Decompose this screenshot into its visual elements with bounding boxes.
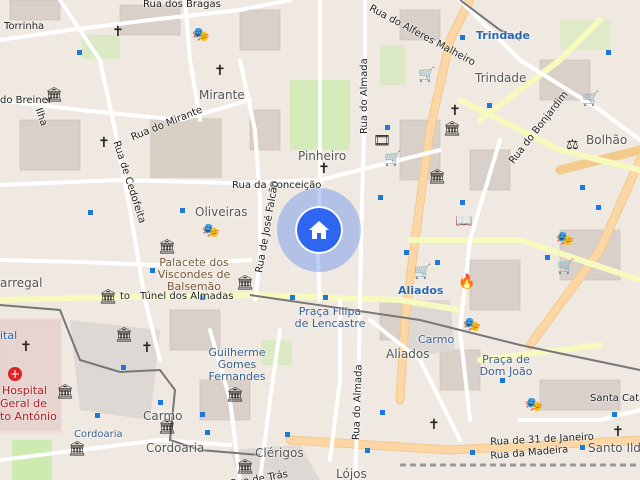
bus-stop[interactable]	[200, 412, 205, 417]
place-label-cordoaria: Cordoaria	[146, 441, 205, 455]
church-cross-icon[interactable]: ✝	[98, 136, 110, 150]
hospital-label-line3: to António	[0, 410, 57, 423]
bus-stop[interactable]	[285, 432, 290, 437]
place-label-santo-ildefonso: Santo Ilde	[588, 441, 640, 455]
museum-icon[interactable]: 🏛	[236, 276, 254, 290]
museum-icon[interactable]: 🏛	[56, 385, 74, 399]
map-view[interactable]: Mirante Pinheiro Oliveiras Trindade Bolh…	[0, 0, 640, 480]
theatre-masks-icon[interactable]: 🎭	[556, 232, 573, 246]
bus-stop[interactable]	[487, 103, 492, 108]
bus-stop[interactable]	[580, 185, 585, 190]
bus-stop[interactable]	[158, 400, 163, 405]
bus-stop[interactable]	[290, 295, 295, 300]
poi-label-cordoaria-street: Cordoaria	[74, 429, 123, 440]
bus-stop[interactable]	[500, 378, 505, 383]
bus-stop[interactable]	[606, 50, 611, 55]
theatre-masks-icon[interactable]: 🎭	[192, 28, 209, 42]
museum-icon[interactable]: 🏛	[68, 442, 86, 456]
museum-icon[interactable]: 🏛	[158, 420, 176, 434]
poi-label-praca-filipa: Praça Filipa de Lencastre	[294, 305, 366, 330]
church-cross-icon[interactable]: ✝	[318, 162, 330, 176]
place-label-bolhao: Bolhão	[586, 133, 628, 147]
museum-icon[interactable]: 🏛	[45, 88, 63, 102]
museum-icon[interactable]: 🏛	[115, 328, 133, 342]
street-label-tunel-prefix: to	[120, 291, 131, 302]
hospital-label-line1: Hospital	[2, 384, 47, 397]
home-glyph	[309, 221, 329, 239]
hospital-label-prefix: ital	[0, 329, 18, 342]
fire-station-icon[interactable]: 🔥	[458, 275, 475, 289]
street-label-rua-dos-bragas: Rua dos Bragas	[143, 0, 221, 10]
street-label-torrinha: Torrinha	[4, 21, 45, 32]
metro-station-trindade[interactable]: Trindade	[476, 30, 530, 41]
place-label-trindade: Trindade	[475, 71, 527, 85]
theatre-masks-icon[interactable]: 🎭	[525, 398, 542, 412]
church-cross-icon[interactable]: ✝	[449, 104, 461, 118]
church-cross-icon[interactable]: ✝	[612, 425, 624, 439]
bus-stop[interactable]	[596, 205, 601, 210]
shopping-cart-icon[interactable]: 🛒	[414, 265, 431, 279]
shopping-cart-icon[interactable]: 🛒	[384, 152, 401, 166]
museum-icon[interactable]: 🏛	[158, 240, 176, 254]
bus-stop[interactable]	[323, 295, 328, 300]
metro-station-aliados[interactable]: Aliados	[398, 285, 443, 296]
street-label-tunel-almadas: Túnel dos Almadas	[140, 291, 234, 302]
bus-stop[interactable]	[404, 250, 409, 255]
church-cross-icon[interactable]: ✝	[141, 341, 153, 355]
hospital-cross-icon[interactable]: +	[8, 367, 22, 381]
place-label-carregal: arregal	[0, 276, 43, 290]
museum-icon[interactable]: 🏛	[99, 290, 117, 304]
poi-label-praca-dom-joao: Praça de Dom João	[479, 353, 533, 378]
poi-label-carmo-small: Carmo	[418, 333, 455, 346]
place-label-clerigos: Clérigos	[255, 446, 304, 460]
shopping-cart-icon[interactable]: 🛒	[582, 92, 599, 106]
place-label-mirante: Mirante	[199, 88, 245, 102]
church-cross-icon[interactable]: ✝	[214, 64, 226, 78]
bus-stop[interactable]	[612, 412, 617, 417]
bus-stop[interactable]	[460, 35, 465, 40]
theatre-masks-icon[interactable]: 🎭	[202, 224, 219, 238]
bus-stop[interactable]	[121, 365, 126, 370]
place-label-santa-catarina: Santa Cata	[590, 393, 640, 404]
home-icon[interactable]	[295, 206, 343, 254]
bus-stop[interactable]	[385, 125, 390, 130]
museum-icon[interactable]: 🏛	[226, 388, 244, 402]
bus-stop[interactable]	[205, 430, 210, 435]
place-label-aliados: Aliados	[386, 347, 430, 361]
bus-stop[interactable]	[435, 260, 440, 265]
poi-label-guilherme-gomes-fernandes: Guilherme Gomes Fernandes	[208, 346, 266, 383]
book-icon[interactable]: 📖	[455, 214, 472, 228]
church-cross-icon[interactable]: ✝	[428, 418, 440, 432]
street-label-rua-do-almada: Rua do Almada	[359, 58, 370, 134]
hospital-label-line2: Geral de	[0, 397, 47, 410]
church-cross-icon[interactable]: ✝	[20, 340, 32, 354]
bus-stop[interactable]	[470, 450, 475, 455]
theatre-masks-icon[interactable]: 🎭	[463, 318, 480, 332]
bus-stop[interactable]	[77, 50, 82, 55]
poi-label-palacete: Palacete dos Viscondes de Balsemão	[157, 256, 231, 293]
bus-stop[interactable]	[545, 255, 550, 260]
place-label-oliveiras: Oliveiras	[195, 205, 248, 219]
bus-stop[interactable]	[580, 445, 585, 450]
bus-stop[interactable]	[88, 210, 93, 215]
museum-icon[interactable]: 🏛	[236, 460, 254, 474]
bus-stop[interactable]	[380, 410, 385, 415]
museum-icon[interactable]: 🏛	[443, 122, 461, 136]
shopping-cart-icon[interactable]: 🛒	[418, 68, 435, 82]
church-cross-icon[interactable]: ✝	[112, 25, 124, 39]
bus-stop[interactable]	[95, 413, 100, 418]
bus-stop[interactable]	[180, 208, 185, 213]
museum-icon[interactable]: 🏛	[428, 170, 446, 184]
shopping-cart-icon[interactable]: 🛒	[557, 260, 574, 274]
bus-stop[interactable]	[460, 200, 465, 205]
bus-stop[interactable]	[365, 448, 370, 453]
scales-icon[interactable]: ⚖	[566, 138, 579, 152]
place-label-lojos: Lójos	[336, 467, 367, 480]
bus-stop[interactable]	[378, 195, 383, 200]
cinema-icon[interactable]: 🎞	[373, 134, 391, 148]
